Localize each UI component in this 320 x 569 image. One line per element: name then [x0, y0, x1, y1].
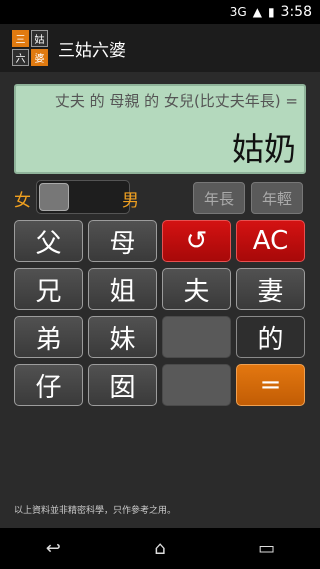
- daughter-key[interactable]: 囡: [88, 364, 157, 406]
- result-display: 丈夫 的 母親 的 女兒(比丈夫年長) = 姑奶: [14, 84, 306, 174]
- app-logo: 三 姑 六 婆: [12, 30, 48, 66]
- battery-icon: ▮: [267, 5, 275, 19]
- female-label: 女: [14, 191, 31, 211]
- younger-sister-key[interactable]: 妹: [88, 316, 157, 358]
- keypad: 父 母 ↺ AC 兄 姐 夫 妻 弟 妹 的 仔 囡 =: [14, 220, 306, 410]
- mother-key[interactable]: 母: [88, 220, 157, 262]
- options-row: 女 男 年長 年輕: [14, 180, 306, 216]
- result-text: 姑奶: [231, 130, 296, 168]
- younger-brother-key[interactable]: 弟: [14, 316, 83, 358]
- blank-key-2: [162, 364, 231, 406]
- toggle-knob[interactable]: [39, 183, 69, 211]
- father-key[interactable]: 父: [14, 220, 83, 262]
- logo-cell-2: 姑: [31, 30, 48, 47]
- network-type: 3G: [229, 5, 247, 19]
- signal-icon: ▲: [252, 5, 262, 19]
- older-sister-key[interactable]: 姐: [88, 268, 157, 310]
- male-label: 男: [122, 191, 139, 211]
- app-title: 三姑六婆: [58, 40, 126, 61]
- clear-key[interactable]: AC: [236, 220, 305, 262]
- nav-bar: ↩ ⌂ ▭: [0, 528, 320, 569]
- recents-icon[interactable]: ▭: [247, 538, 287, 559]
- wife-key[interactable]: 妻: [236, 268, 305, 310]
- home-icon[interactable]: ⌂: [140, 538, 180, 559]
- status-time: 3:58: [280, 4, 312, 20]
- blank-key-1: [162, 316, 231, 358]
- back-icon[interactable]: ↩: [33, 538, 73, 559]
- logo-cell-1: 三: [12, 30, 29, 47]
- expression-text: 丈夫 的 母親 的 女兒(比丈夫年長) =: [54, 92, 298, 110]
- husband-key[interactable]: 夫: [162, 268, 231, 310]
- older-brother-key[interactable]: 兄: [14, 268, 83, 310]
- older-button[interactable]: 年長: [193, 182, 245, 214]
- undo-key[interactable]: ↺: [162, 220, 231, 262]
- status-bar: 3G ▲ ▮ 3:58: [0, 0, 320, 24]
- disclaimer-text: 以上資料並非精密科學，只作參考之用。: [14, 506, 177, 516]
- younger-button[interactable]: 年輕: [251, 182, 303, 214]
- logo-cell-4: 婆: [31, 49, 48, 66]
- gender-toggle[interactable]: [36, 180, 130, 214]
- logo-cell-3: 六: [12, 49, 29, 66]
- of-key[interactable]: 的: [236, 316, 305, 358]
- app-bar: 三 姑 六 婆 三姑六婆: [0, 24, 320, 72]
- equals-key[interactable]: =: [236, 364, 305, 406]
- son-key[interactable]: 仔: [14, 364, 83, 406]
